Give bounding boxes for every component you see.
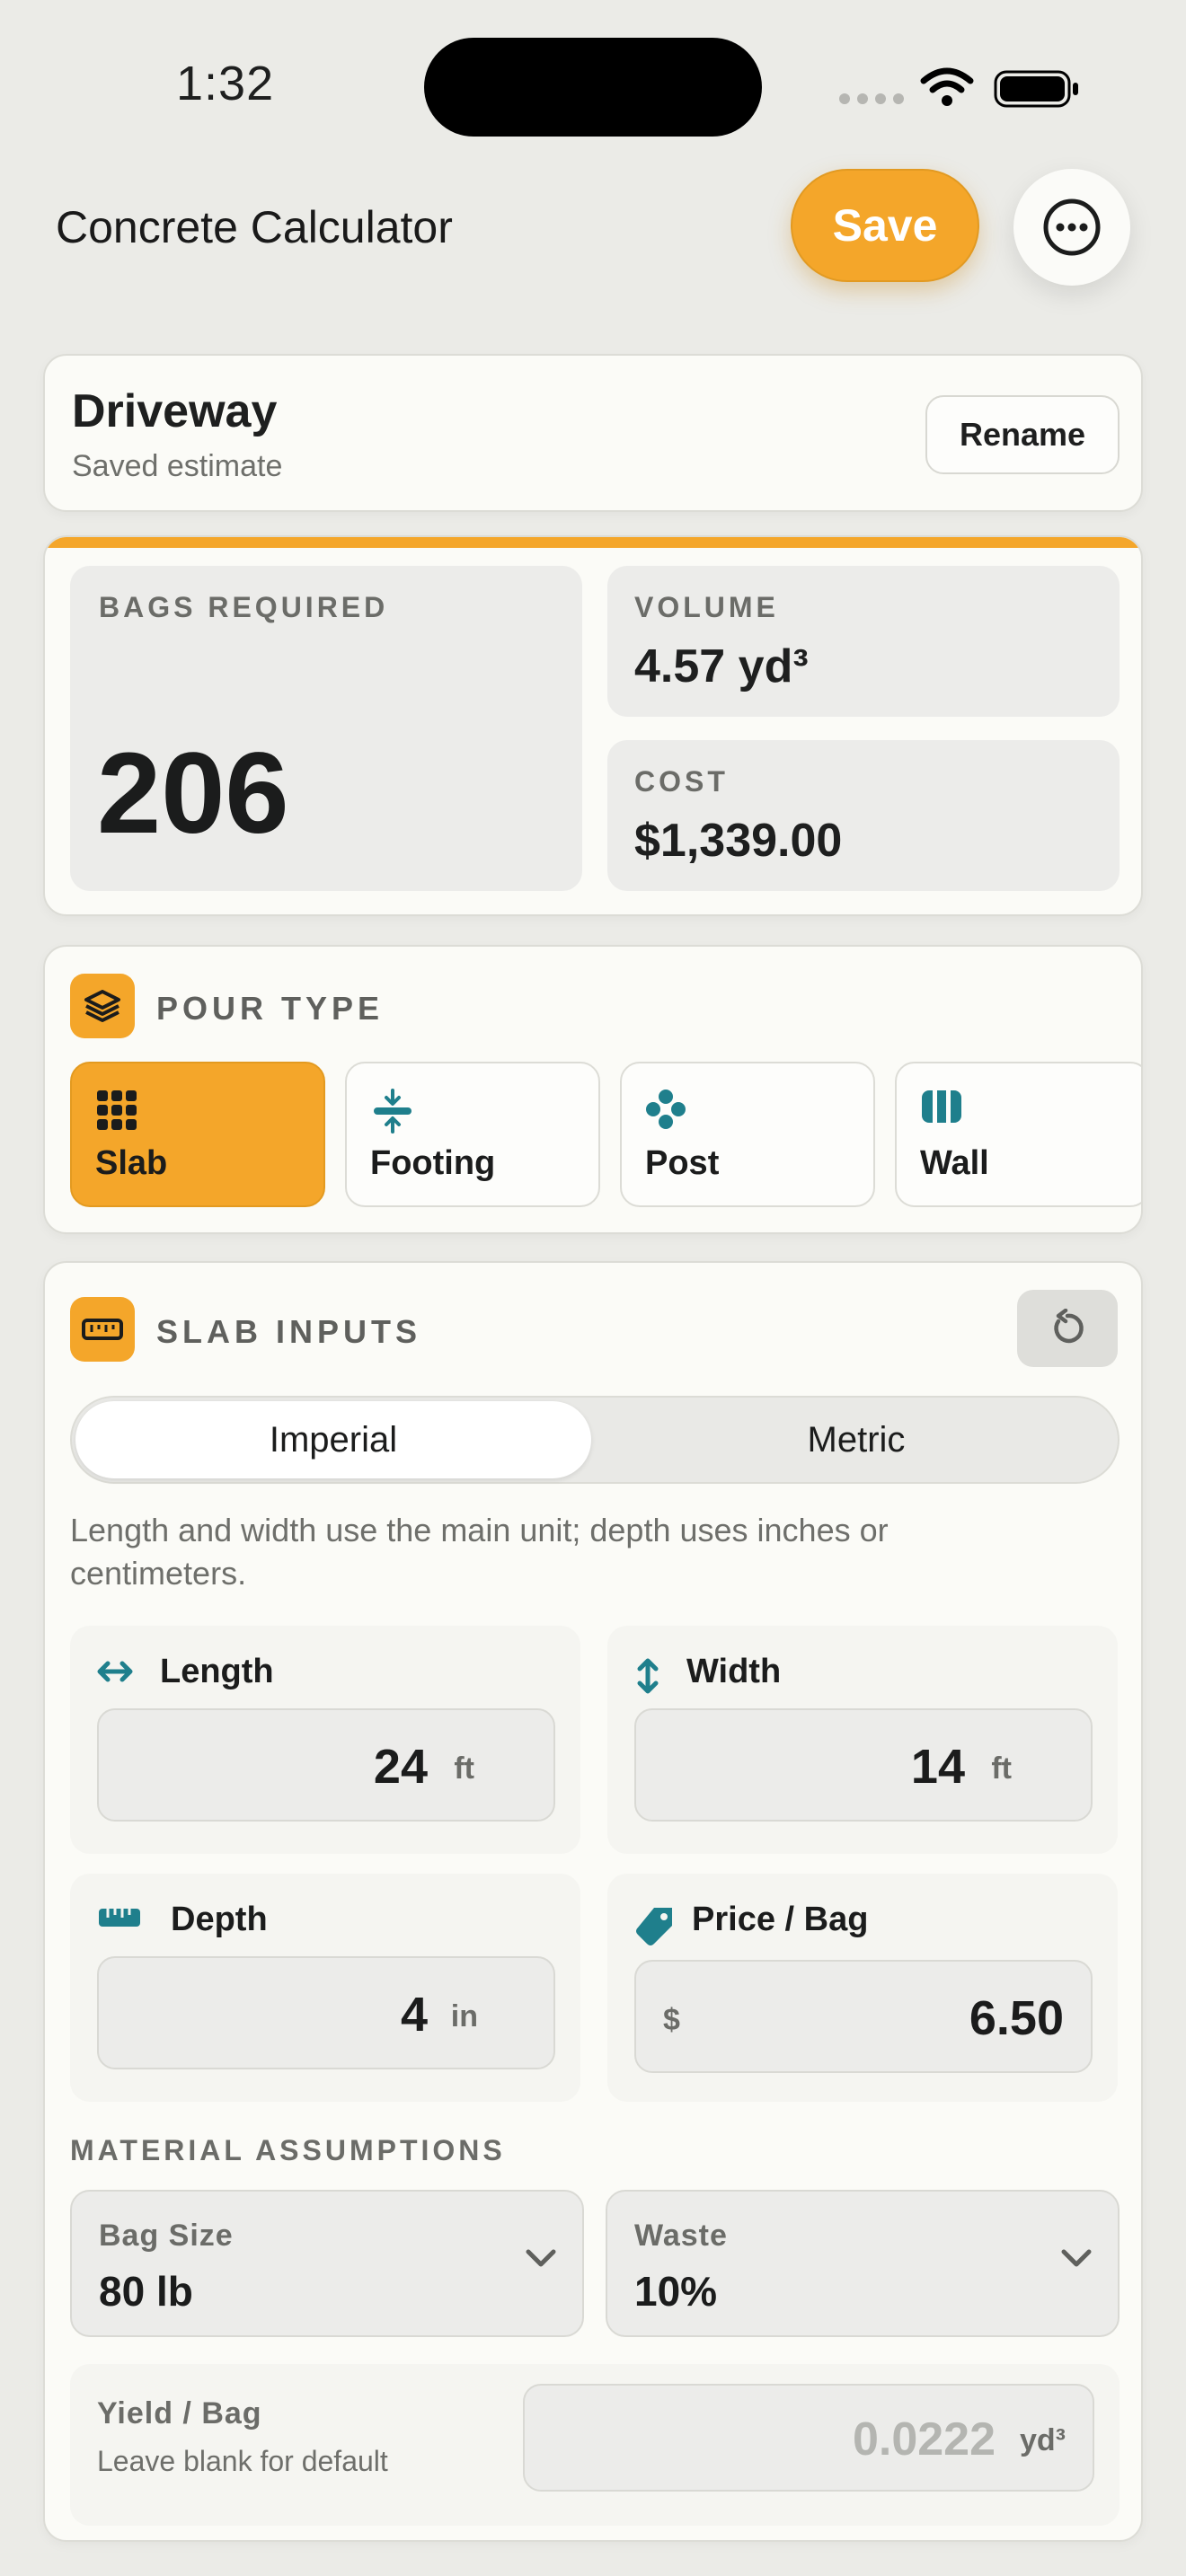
- chevron-down-icon: [526, 2249, 556, 2267]
- cellular-icon: [839, 93, 904, 104]
- bag-size-label: Bag Size: [99, 2219, 234, 2253]
- wifi-icon: [920, 67, 974, 106]
- ruler-icon: [70, 1297, 135, 1362]
- yield-label: Yield / Bag: [97, 2396, 262, 2430]
- price-field: Price / Bag $ 6.50: [607, 1874, 1118, 2102]
- yield-field: Yield / Bag Leave blank for default 0.02…: [70, 2364, 1120, 2526]
- bag-size-dropdown[interactable]: Bag Size 80 lb: [70, 2190, 584, 2337]
- slab-inputs-card: SLAB INPUTS Imperial Metric Length and w…: [43, 1261, 1143, 2542]
- width-unit: ft: [991, 1751, 1012, 1786]
- pour-option-label: Wall: [920, 1144, 989, 1182]
- pour-option-slab[interactable]: Slab: [70, 1062, 325, 1207]
- price-value: 6.50: [969, 1991, 1064, 2045]
- depth-input[interactable]: 4 in: [97, 1956, 555, 2069]
- pour-type-card: POUR TYPE Slab Footing Post Wall: [43, 945, 1143, 1234]
- estimate-name: Driveway: [72, 385, 278, 437]
- width-label: Width: [686, 1653, 782, 1690]
- dynamic-island: [424, 38, 762, 137]
- pour-option-post[interactable]: Post: [620, 1062, 875, 1207]
- cost-tile: COST $1,339.00: [607, 740, 1120, 891]
- pour-type-label: POUR TYPE: [156, 990, 385, 1027]
- segment-imperial[interactable]: Imperial: [75, 1401, 591, 1478]
- pour-option-label: Post: [645, 1144, 720, 1182]
- width-input[interactable]: 14 ft: [634, 1708, 1093, 1822]
- length-label: Length: [160, 1653, 274, 1690]
- pour-option-wall[interactable]: Wall: [895, 1062, 1141, 1207]
- bag-size-value: 80 lb: [99, 2268, 193, 2315]
- length-input[interactable]: 24 ft: [97, 1708, 555, 1822]
- volume-tile: VOLUME 4.57 yd³: [607, 566, 1120, 717]
- pour-option-footing[interactable]: Footing: [345, 1062, 600, 1207]
- width-field: Width 14 ft: [607, 1626, 1118, 1854]
- page-title: Concrete Calculator: [56, 202, 453, 252]
- depth-label: Depth: [171, 1901, 268, 1938]
- inputs-hint: Length and width use the main unit; dept…: [70, 1512, 889, 1592]
- bags-required-value: 206: [97, 729, 289, 858]
- bags-required-tile: BAGS REQUIRED 206: [70, 566, 582, 891]
- cost-value: $1,339.00: [634, 815, 843, 867]
- price-label: Price / Bag: [692, 1901, 869, 1938]
- unit-system-toggle: Imperial Metric: [70, 1396, 1120, 1484]
- pour-option-label: Footing: [370, 1144, 496, 1182]
- ruler-icon: [99, 1909, 140, 1927]
- reset-icon: [1054, 1309, 1084, 1344]
- material-assumptions-label: MATERIAL ASSUMPTIONS: [70, 2134, 506, 2166]
- yield-placeholder: 0.0222: [852, 2413, 996, 2466]
- waste-value: 10%: [634, 2268, 718, 2315]
- slab-inputs-label: SLAB INPUTS: [156, 1313, 422, 1350]
- more-options-button[interactable]: [1013, 169, 1130, 286]
- length-value: 24: [373, 1740, 428, 1794]
- depth-field: Depth 4 in: [70, 1874, 580, 2102]
- yield-hint: Leave blank for default: [97, 2445, 388, 2477]
- depth-unit: in: [450, 1999, 478, 2033]
- price-prefix: $: [663, 2003, 680, 2037]
- cost-label: COST: [634, 765, 729, 798]
- footing-icon: [374, 1089, 412, 1134]
- estimate-subtitle: Saved estimate: [72, 449, 283, 483]
- estimate-card: Driveway Saved estimate Rename: [43, 354, 1143, 512]
- length-unit: ft: [454, 1751, 474, 1786]
- vertical-arrows-icon: [637, 1658, 659, 1694]
- rename-button[interactable]: Rename: [925, 395, 1120, 474]
- tag-icon: [636, 1908, 672, 1945]
- save-button[interactable]: Save: [791, 169, 979, 282]
- battery-icon: [994, 70, 1078, 108]
- price-input[interactable]: $ 6.50: [634, 1960, 1093, 2073]
- accent-bar: [45, 537, 1141, 548]
- length-field: Length 24 ft: [70, 1626, 580, 1854]
- segment-metric[interactable]: Metric: [598, 1401, 1114, 1478]
- yield-input[interactable]: 0.0222 yd³: [523, 2384, 1094, 2492]
- volume-label: VOLUME: [634, 591, 779, 623]
- results-card: BAGS REQUIRED 206 VOLUME 4.57 yd³ COST $…: [43, 535, 1143, 916]
- chevron-down-icon: [1061, 2249, 1092, 2267]
- status-time: 1:32: [176, 57, 275, 110]
- ellipsis-circle-icon: [1043, 198, 1101, 256]
- yield-unit: yd³: [1020, 2423, 1066, 2457]
- waste-dropdown[interactable]: Waste 10%: [606, 2190, 1120, 2337]
- volume-value: 4.57 yd³: [634, 640, 809, 693]
- grid-icon: [97, 1090, 137, 1130]
- bags-required-label: BAGS REQUIRED: [99, 591, 389, 623]
- reset-button[interactable]: [1017, 1290, 1118, 1367]
- wall-icon: [922, 1090, 961, 1123]
- width-value: 14: [910, 1740, 965, 1794]
- horizontal-arrows-icon: [97, 1661, 133, 1682]
- waste-label: Waste: [634, 2219, 728, 2253]
- post-icon: [646, 1090, 686, 1129]
- pour-option-label: Slab: [95, 1144, 168, 1182]
- layers-icon: [70, 974, 135, 1038]
- depth-value: 4: [400, 1988, 428, 2042]
